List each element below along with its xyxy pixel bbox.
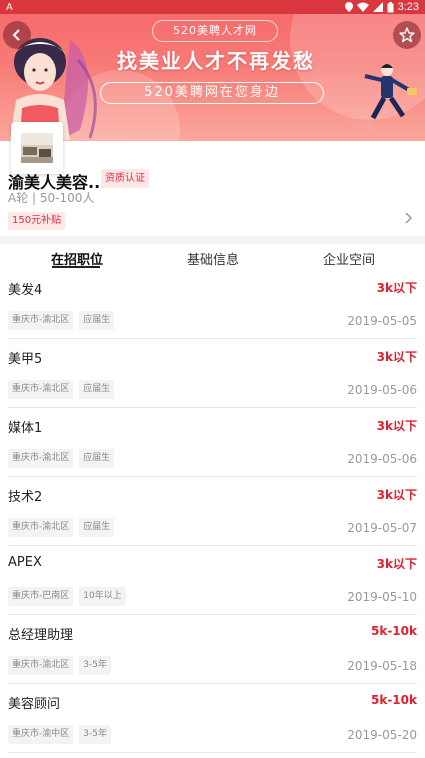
location-icon: [344, 2, 353, 12]
job-date: 2019-05-06: [347, 383, 417, 397]
job-title: 美甲5: [8, 352, 43, 367]
job-experience-tag: 3-5年: [79, 656, 111, 675]
company-banner: 520美聘人才网 找美业人才不再发愁 520美聘网在您身边: [0, 0, 425, 141]
job-location-tag: 重庆市-渝北区: [8, 380, 74, 399]
job-salary: 3k以下: [376, 281, 417, 295]
job-location-tag: 重庆市-渝北区: [8, 656, 74, 675]
certification-badge: 资质认证: [101, 169, 149, 188]
job-date: 2019-05-18: [347, 659, 417, 673]
back-button[interactable]: [3, 21, 31, 49]
banner-headline: 找美业人才不再发愁: [117, 49, 315, 73]
battery-icon: [387, 1, 394, 12]
banner-top-pill: 520美聘人才网: [152, 20, 278, 42]
job-row[interactable]: 美容顾问 5k-10k 重庆市-渝中区 3-5年 2019-05-20: [8, 684, 417, 753]
job-list: 美发4 3k以下 重庆市-渝北区 应届生 2019-05-05 美甲5 3k以下 …: [0, 270, 425, 753]
active-tab-indicator: [52, 266, 100, 268]
chevron-right-icon[interactable]: [403, 211, 413, 225]
company-meta: A轮 | 50-100人: [8, 191, 95, 205]
running-man-illustration: [351, 64, 417, 130]
job-experience-tag: 应届生: [79, 380, 115, 399]
job-salary: 5k-10k: [371, 693, 417, 707]
status-app-icon: A: [6, 1, 13, 13]
job-experience-tag: 应届生: [79, 311, 115, 330]
status-time: 3:23: [397, 1, 419, 13]
signal-icon: [372, 2, 383, 12]
job-row[interactable]: 总经理助理 5k-10k 重庆市-渝北区 3-5年 2019-05-18: [8, 615, 417, 684]
job-title: 美容顾问: [8, 697, 61, 712]
job-row[interactable]: 美发4 3k以下 重庆市-渝北区 应届生 2019-05-05: [8, 270, 417, 339]
job-location-tag: 重庆市-巴南区: [8, 587, 74, 606]
job-location-tag: 重庆市-渝北区: [8, 311, 74, 330]
job-row[interactable]: 技术2 3k以下 重庆市-渝北区 应届生 2019-05-07: [8, 477, 417, 546]
job-title: APEX: [8, 555, 42, 570]
job-salary: 5k-10k: [371, 624, 417, 638]
job-location-tag: 重庆市-渝北区: [8, 449, 74, 468]
job-experience-tag: 应届生: [79, 518, 115, 537]
job-date: 2019-05-07: [347, 521, 417, 535]
job-date: 2019-05-06: [347, 452, 417, 466]
chevron-left-icon: [12, 29, 20, 41]
job-salary: 3k以下: [376, 488, 417, 502]
company-photo: [21, 133, 53, 163]
job-experience-tag: 3-5年: [79, 725, 111, 744]
job-title: 美发4: [8, 283, 43, 298]
job-salary: 3k以下: [376, 557, 417, 571]
job-salary: 3k以下: [376, 350, 417, 364]
subsidy-badge: 150元补贴: [8, 212, 66, 230]
favorite-button[interactable]: [393, 21, 421, 49]
job-experience-tag: 10年以上: [79, 587, 126, 606]
status-bar: A 3:23: [0, 0, 425, 14]
job-date: 2019-05-05: [347, 314, 417, 328]
tab-basic-info[interactable]: 基础信息: [187, 249, 239, 268]
banner-sub-pill: 520美聘网在您身边: [100, 82, 324, 104]
tab-company-space[interactable]: 企业空间: [323, 249, 375, 268]
section-divider: [0, 236, 425, 244]
star-icon: [399, 27, 415, 43]
company-logo: [11, 122, 63, 174]
wifi-icon: [356, 2, 369, 12]
job-title: 技术2: [8, 490, 43, 505]
job-location-tag: 重庆市-渝北区: [8, 518, 74, 537]
job-row[interactable]: 媒体1 3k以下 重庆市-渝北区 应届生 2019-05-06: [8, 408, 417, 477]
job-salary: 3k以下: [376, 419, 417, 433]
job-experience-tag: 应届生: [79, 449, 115, 468]
job-date: 2019-05-20: [347, 728, 417, 742]
job-row[interactable]: 美甲5 3k以下 重庆市-渝北区 应届生 2019-05-06: [8, 339, 417, 408]
job-location-tag: 重庆市-渝中区: [8, 725, 74, 744]
job-date: 2019-05-10: [347, 590, 417, 604]
job-title: 总经理助理: [8, 628, 74, 643]
job-title: 媒体1: [8, 421, 43, 436]
job-row[interactable]: APEX 3k以下 重庆市-巴南区 10年以上 2019-05-10: [8, 546, 417, 615]
